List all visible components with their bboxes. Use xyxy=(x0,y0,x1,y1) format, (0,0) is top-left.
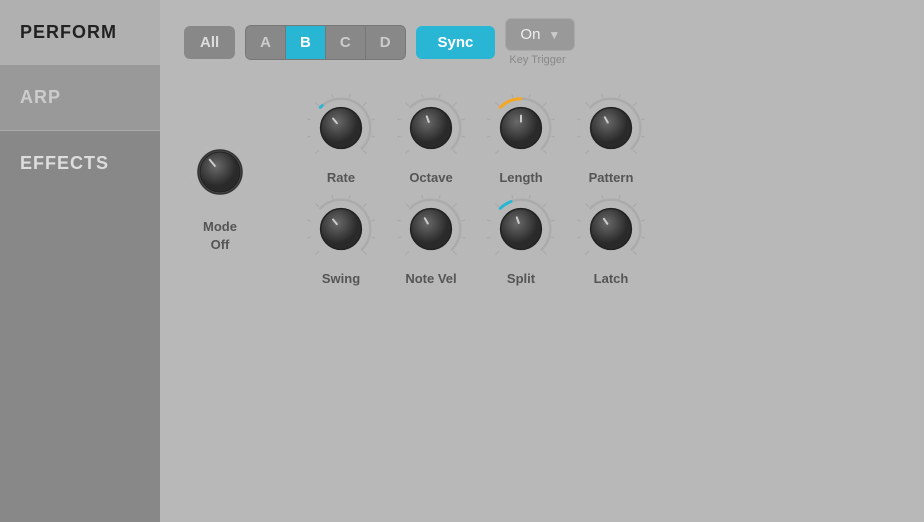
key-trigger-button[interactable]: On ▼ xyxy=(505,18,575,51)
rate-label: Rate xyxy=(327,170,355,185)
sync-button[interactable]: Sync xyxy=(416,26,496,59)
note-vel-label: Note Vel xyxy=(405,271,456,286)
length-label: Length xyxy=(499,170,542,185)
latch-knob[interactable] xyxy=(577,195,645,263)
key-trigger-value: On xyxy=(520,26,540,43)
toolbar: All A B C D Sync On ▼ Key Trigger xyxy=(184,18,900,66)
chevron-down-icon: ▼ xyxy=(548,28,560,42)
pattern-label: Pattern xyxy=(589,170,634,185)
all-button[interactable]: All xyxy=(184,26,235,59)
note-vel-cell: Note Vel xyxy=(386,195,476,286)
group-button-d[interactable]: D xyxy=(366,26,405,59)
knobs-area: Mode Off Rate Octave xyxy=(184,94,900,286)
split-knob[interactable] xyxy=(487,195,555,263)
octave-cell: Octave xyxy=(386,94,476,185)
swing-cell: Swing xyxy=(296,195,386,286)
mode-knob[interactable] xyxy=(184,136,256,208)
swing-knob[interactable] xyxy=(307,195,375,263)
group-button-a[interactable]: A xyxy=(246,26,286,59)
octave-knob[interactable] xyxy=(397,94,465,162)
note-vel-knob[interactable] xyxy=(397,195,465,263)
length-cell: Length xyxy=(476,94,566,185)
sidebar-item-perform[interactable]: PERFORM xyxy=(0,0,160,65)
group-button-b[interactable]: B xyxy=(286,26,326,59)
mode-label: Mode Off xyxy=(203,218,237,254)
main-content: All A B C D Sync On ▼ Key Trigger xyxy=(160,0,924,522)
swing-label: Swing xyxy=(322,271,360,286)
sidebar-item-effects[interactable]: EFFECTS xyxy=(0,131,160,196)
sidebar: PERFORM ARP EFFECTS xyxy=(0,0,160,522)
pattern-knob[interactable] xyxy=(577,94,645,162)
key-trigger-wrap: On ▼ Key Trigger xyxy=(505,18,575,66)
rate-cell: Rate xyxy=(296,94,386,185)
group-button-c[interactable]: C xyxy=(326,26,366,59)
key-trigger-label: Key Trigger xyxy=(505,54,565,66)
latch-label: Latch xyxy=(594,271,629,286)
split-cell: Split xyxy=(476,195,566,286)
rate-knob[interactable] xyxy=(307,94,375,162)
knob-grid: Rate Octave Length xyxy=(296,94,656,286)
pattern-cell: Pattern xyxy=(566,94,656,185)
length-knob[interactable] xyxy=(487,94,555,162)
group-buttons: A B C D xyxy=(245,25,405,60)
octave-label: Octave xyxy=(409,170,452,185)
split-label: Split xyxy=(507,271,535,286)
sidebar-item-arp[interactable]: ARP xyxy=(0,65,160,130)
mode-knob-wrap: Mode Off xyxy=(184,136,256,254)
latch-cell: Latch xyxy=(566,195,656,286)
